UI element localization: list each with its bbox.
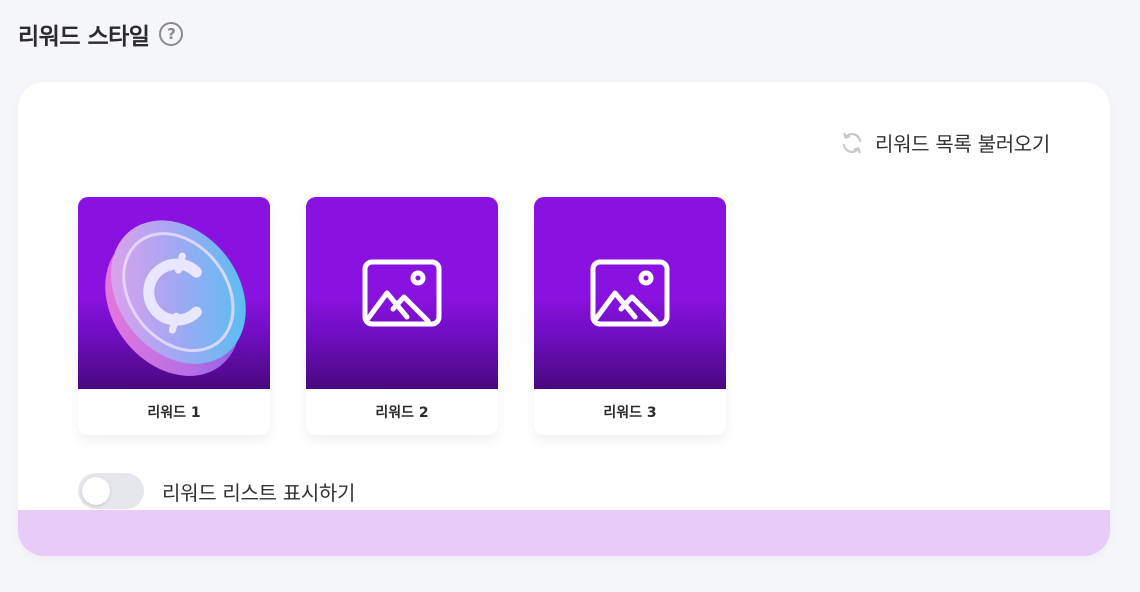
refresh-icon [839, 130, 865, 156]
show-list-toggle-row: 리워드 리스트 표시하기 [78, 473, 355, 509]
reward-card-2[interactable]: 리워드 2 [306, 197, 498, 435]
reward-thumbnail [534, 197, 726, 389]
reward-card-3[interactable]: 리워드 3 [534, 197, 726, 435]
reward-thumbnail [78, 197, 270, 389]
reward-card-label: 리워드 3 [603, 405, 657, 421]
show-list-toggle[interactable] [78, 473, 144, 509]
title-row: 리워드 스타일 ? [18, 16, 184, 52]
toggle-knob [82, 477, 110, 505]
reward-thumbnail [306, 197, 498, 389]
help-icon[interactable]: ? [159, 22, 184, 46]
panel-footer-strip [18, 510, 1110, 556]
coin-icon [105, 220, 246, 376]
image-placeholder-icon [362, 259, 442, 327]
reward-style-panel: 리워드 목록 불러오기 리워드 1 리워드 2 리워드 3 리워드 리스트 표시… [18, 82, 1110, 556]
reward-card-1[interactable]: 리워드 1 [78, 197, 270, 435]
reward-card-list: 리워드 1 리워드 2 리워드 3 [78, 197, 726, 435]
reward-card-label: 리워드 2 [375, 405, 429, 421]
reload-rewards-label: 리워드 목록 불러오기 [874, 132, 1050, 156]
image-placeholder-icon [590, 259, 670, 327]
section-title: 리워드 스타일 [18, 24, 150, 50]
reward-card-label: 리워드 1 [147, 405, 201, 421]
show-list-toggle-label: 리워드 리스트 표시하기 [162, 480, 356, 505]
reload-rewards-button[interactable]: 리워드 목록 불러오기 [839, 128, 1050, 157]
